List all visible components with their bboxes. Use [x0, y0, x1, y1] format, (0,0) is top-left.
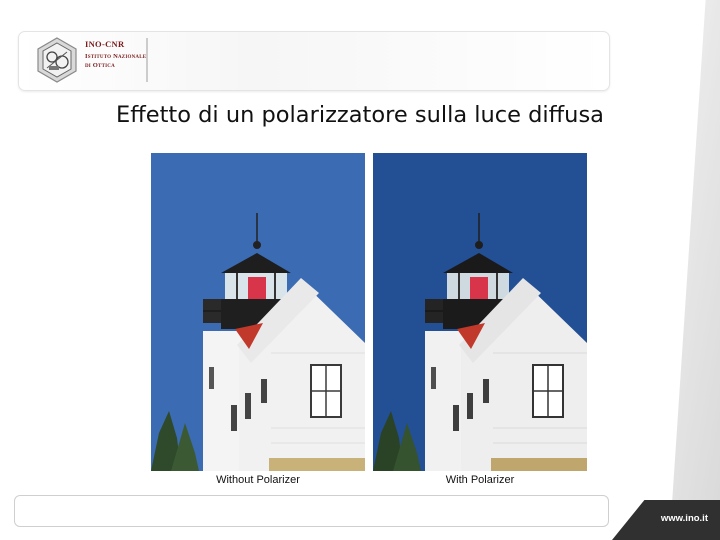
- logo-subtitle: Istituto Nazionale di Ottica: [85, 53, 147, 69]
- ino-logo: INO-CNR Istituto Nazionale di Ottica: [27, 35, 149, 85]
- decorative-band: [669, 0, 720, 540]
- footer-bar: [14, 495, 609, 527]
- lighthouse-image: [151, 153, 365, 471]
- logo-name: INO-CNR: [85, 39, 125, 49]
- photo-caption: With Polarizer: [445, 474, 515, 486]
- slide: INO-CNR Istituto Nazionale di Ottica Eff…: [0, 0, 720, 540]
- slide-title: Effetto di un polarizzatore sulla luce d…: [116, 102, 604, 128]
- photo-with-polarizer: With Polarizer: [373, 153, 587, 493]
- photo-without-polarizer: Without Polarizer: [151, 153, 365, 493]
- footer-url: www.ino.it: [660, 513, 708, 524]
- photo-comparison: Without Polarizer With Polarizer: [151, 153, 587, 493]
- lighthouse-image: [373, 153, 587, 471]
- ino-emblem-icon: [37, 37, 77, 83]
- logo-separator: [146, 38, 148, 82]
- photo-caption: Without Polarizer: [216, 474, 300, 486]
